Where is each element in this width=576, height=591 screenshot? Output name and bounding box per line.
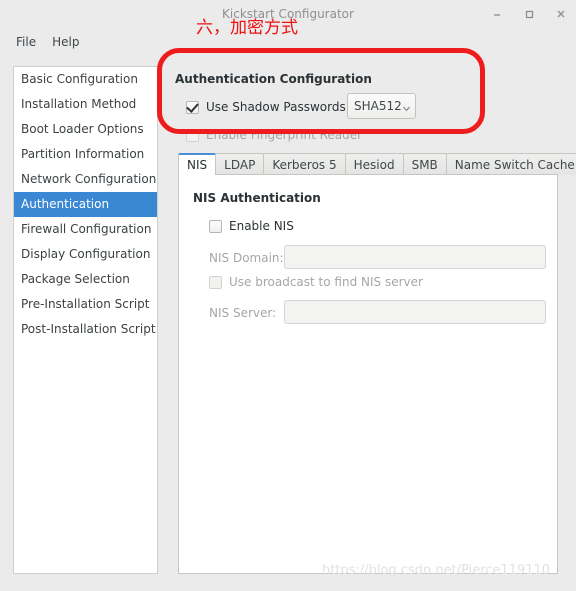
authentication-configuration-heading: Authentication Configuration <box>175 72 372 86</box>
tab-name-switch-cache[interactable]: Name Switch Cache <box>445 153 576 175</box>
maximize-icon[interactable] <box>520 5 538 23</box>
authentication-tabs[interactable]: NIS LDAP Kerberos 5 Hesiod SMB Name Swit… <box>178 152 576 175</box>
menu-item-help[interactable]: Help <box>44 33 87 51</box>
use-shadow-passwords-checkbox[interactable] <box>186 100 199 114</box>
sidebar-list[interactable]: Basic Configuration Installation Method … <box>13 66 158 574</box>
use-shadow-passwords-label: Use Shadow Passwords <box>206 100 346 114</box>
tab-smb[interactable]: SMB <box>402 153 447 175</box>
hash-algorithm-value: SHA512 <box>354 99 402 113</box>
sidebar-item-display-configuration[interactable]: Display Configuration <box>14 242 157 267</box>
use-broadcast-label: Use broadcast to find NIS server <box>229 275 423 289</box>
sidebar-item-installation-method[interactable]: Installation Method <box>14 92 157 117</box>
sidebar-item-boot-loader-options[interactable]: Boot Loader Options <box>14 117 157 142</box>
sidebar-item-partition-information[interactable]: Partition Information <box>14 142 157 167</box>
window-controls <box>488 5 570 23</box>
enable-fingerprint-reader-label: Enable Fingerprint Reader <box>206 128 363 142</box>
use-broadcast-checkbox[interactable] <box>209 275 222 289</box>
sidebar-item-basic-configuration[interactable]: Basic Configuration <box>14 67 157 92</box>
enable-fingerprint-reader-checkbox[interactable] <box>186 128 199 142</box>
tab-hesiod[interactable]: Hesiod <box>344 153 404 175</box>
enable-nis-row[interactable]: Enable NIS <box>209 219 294 233</box>
tab-kerberos-5[interactable]: Kerberos 5 <box>263 153 346 175</box>
enable-fingerprint-reader-row[interactable]: Enable Fingerprint Reader <box>186 128 362 142</box>
nis-server-label: NIS Server: <box>209 306 277 320</box>
sidebar-item-authentication[interactable]: Authentication <box>14 192 157 217</box>
hash-algorithm-select[interactable]: SHA512 <box>347 93 416 119</box>
nis-authentication-heading: NIS Authentication <box>193 191 321 205</box>
nis-domain-input[interactable] <box>284 245 546 269</box>
nis-server-input[interactable] <box>284 300 546 324</box>
close-icon[interactable] <box>552 5 570 23</box>
enable-nis-checkbox[interactable] <box>209 219 222 233</box>
minimize-icon[interactable] <box>488 5 506 23</box>
sidebar-item-pre-installation-script[interactable]: Pre-Installation Script <box>14 292 157 317</box>
chevron-down-icon <box>402 102 411 111</box>
authentication-panel: Authentication Configuration Use Shadow … <box>166 60 576 575</box>
tab-nis[interactable]: NIS <box>178 153 217 175</box>
sidebar-item-package-selection[interactable]: Package Selection <box>14 267 157 292</box>
enable-nis-label: Enable NIS <box>229 219 294 233</box>
tab-ldap[interactable]: LDAP <box>215 153 265 175</box>
sidebar-item-firewall-configuration[interactable]: Firewall Configuration <box>14 217 157 242</box>
menu-item-file[interactable]: File <box>8 33 44 51</box>
watermark-text: https://blog.csdn.net/Pierce119110 <box>322 563 551 578</box>
sidebar-item-network-configuration[interactable]: Network Configuration <box>14 167 157 192</box>
use-shadow-passwords-row[interactable]: Use Shadow Passwords <box>186 100 346 114</box>
annotation-text: 六，加密方式 <box>196 18 298 38</box>
nis-tab-panel: NIS Authentication Enable NIS NIS Domain… <box>178 174 558 574</box>
sidebar-item-post-installation-script[interactable]: Post-Installation Script <box>14 317 157 342</box>
nis-domain-label: NIS Domain: <box>209 251 284 265</box>
use-broadcast-row[interactable]: Use broadcast to find NIS server <box>209 275 423 289</box>
